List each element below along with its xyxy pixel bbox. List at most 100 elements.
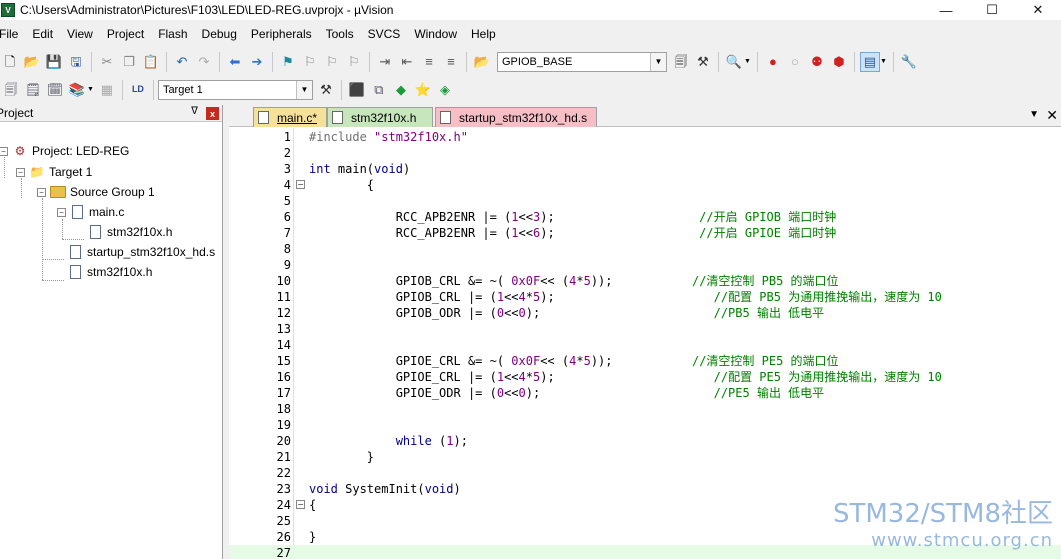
tab-main-c[interactable]: main.c* bbox=[253, 107, 327, 127]
tree-item-source-group[interactable]: − Source Group 1 bbox=[37, 182, 155, 202]
fold-collapse-icon[interactable]: − bbox=[296, 500, 305, 509]
chevron-down-icon[interactable]: ▼ bbox=[295, 80, 312, 99]
fold-collapse-icon[interactable]: − bbox=[296, 180, 305, 189]
menu-flash[interactable]: Flash bbox=[151, 27, 194, 41]
disable-all-breakpoints-icon[interactable]: ⚉ bbox=[807, 52, 827, 72]
stop-build-icon[interactable]: ▦ bbox=[97, 80, 117, 100]
translate-icon[interactable]: 🗐 bbox=[1, 80, 21, 100]
collapse-icon[interactable]: − bbox=[57, 207, 66, 217]
code-line[interactable]: 12 GPIOB_ODR |= (0<<0); //PB5 输出 低电平 bbox=[229, 305, 1061, 321]
menu-tools[interactable]: Tools bbox=[319, 27, 361, 41]
paste-icon[interactable]: 📋 bbox=[141, 52, 161, 72]
code-line[interactable]: 17 GPIOE_ODR |= (0<<0); //PE5 输出 低电平 bbox=[229, 385, 1061, 401]
target-combo[interactable]: Target 1 ▼ bbox=[157, 79, 313, 100]
save-icon[interactable]: 💾 bbox=[44, 52, 64, 72]
copy-icon[interactable]: ❐ bbox=[119, 52, 139, 72]
tree-item-project[interactable]: − ⚙ Project: LED-REG bbox=[0, 141, 129, 161]
code-line[interactable]: 8 bbox=[229, 241, 1061, 257]
rebuild-icon[interactable]: 🗓 bbox=[45, 80, 65, 100]
tab-stm32f10x-h[interactable]: stm32f10x.h bbox=[327, 107, 433, 127]
code-line[interactable]: 14 bbox=[229, 337, 1061, 353]
code-line[interactable]: 18 bbox=[229, 401, 1061, 417]
code-line[interactable]: 10 GPIOB_CRL &= ~( 0x0F<< (4*5)); //清空控制… bbox=[229, 273, 1061, 289]
chevron-down-icon[interactable]: ▼ bbox=[87, 86, 94, 93]
menu-view[interactable]: View bbox=[60, 27, 100, 41]
run-time-environment-icon[interactable]: ◈ bbox=[435, 80, 455, 100]
menu-edit[interactable]: Edit bbox=[25, 27, 60, 41]
tree-item-target[interactable]: − 📁 Target 1 bbox=[16, 162, 92, 182]
code-line[interactable]: 15 GPIOE_CRL &= ~( 0x0F<< (4*5)); //清空控制… bbox=[229, 353, 1061, 369]
pack-installer-icon[interactable]: ◆ bbox=[391, 80, 411, 100]
code-line[interactable]: 9 bbox=[229, 257, 1061, 273]
file-extensions-icon[interactable]: ⬛ bbox=[347, 80, 367, 100]
find-combo[interactable]: GPIOB_BASE ▼ bbox=[497, 51, 667, 72]
close-tab-icon[interactable]: ✕ bbox=[1046, 107, 1058, 124]
clear-bookmarks-icon[interactable]: ⚐ bbox=[344, 52, 364, 72]
target-options-icon[interactable]: ⚒ bbox=[316, 80, 336, 100]
collapse-icon[interactable]: − bbox=[0, 146, 8, 156]
select-packs-icon[interactable]: ⭐ bbox=[413, 80, 433, 100]
menu-debug[interactable]: Debug bbox=[195, 27, 244, 41]
code-line[interactable]: 22 bbox=[229, 465, 1061, 481]
indent-icon[interactable]: ⇥ bbox=[375, 52, 395, 72]
tree-item-main-c[interactable]: − main.c bbox=[57, 202, 124, 222]
code-line[interactable]: 7 RCC_APB2ENR |= (1<<6); //开启 GPIOE 端口时钟 bbox=[229, 225, 1061, 241]
configure-wrench-icon[interactable]: 🔧 bbox=[899, 52, 919, 72]
close-panel-icon[interactable]: x bbox=[206, 107, 219, 120]
code-line[interactable]: 21 } bbox=[229, 449, 1061, 465]
code-line[interactable]: 2 bbox=[229, 145, 1061, 161]
menu-window[interactable]: Window bbox=[407, 27, 464, 41]
breakpoint-icon[interactable]: ● bbox=[763, 52, 783, 72]
navigate-back-icon[interactable]: ⬅ bbox=[225, 52, 245, 72]
manage-components-icon[interactable]: ⧉ bbox=[369, 80, 389, 100]
next-bookmark-icon[interactable]: ⚐ bbox=[322, 52, 342, 72]
code-line[interactable]: 3 int main(void) bbox=[229, 161, 1061, 177]
navigate-forward-icon[interactable]: ➔ bbox=[247, 52, 267, 72]
code-line[interactable]: 16 GPIOE_CRL |= (1<<4*5); //配置 PE5 为通用推挽… bbox=[229, 369, 1061, 385]
code-line[interactable]: 1 #include "stm32f10x.h" bbox=[229, 129, 1061, 145]
comment-icon[interactable]: ≡ bbox=[419, 52, 439, 72]
tab-startup-stm32f10x-hd-s[interactable]: startup_stm32f10x_hd.s bbox=[435, 107, 597, 127]
collapse-icon[interactable]: − bbox=[37, 187, 46, 197]
chevron-down-icon[interactable]: ▼ bbox=[650, 52, 666, 71]
collapse-icon[interactable]: − bbox=[16, 167, 25, 177]
code-line[interactable]: 5 bbox=[229, 193, 1061, 209]
find-icon[interactable]: 🗐 bbox=[671, 52, 691, 72]
code-line[interactable]: 19 bbox=[229, 417, 1061, 433]
pin-icon[interactable]: ᐁ bbox=[191, 106, 198, 117]
find-in-files-icon[interactable]: 📂 bbox=[472, 52, 492, 72]
undo-icon[interactable]: ↶ bbox=[172, 52, 192, 72]
batch-build-icon[interactable]: 📚 bbox=[67, 80, 87, 100]
code-line[interactable]: 13 bbox=[229, 321, 1061, 337]
menu-file[interactable]: File bbox=[0, 27, 25, 41]
new-file-icon[interactable]: 🗋 bbox=[0, 52, 20, 72]
incremental-find-icon[interactable]: ⚒ bbox=[693, 52, 713, 72]
open-folder-icon[interactable]: 📂 bbox=[22, 52, 42, 72]
kill-breakpoints-icon[interactable]: ⬢ bbox=[829, 52, 849, 72]
chevron-down-icon[interactable]: ▼ bbox=[880, 58, 887, 65]
save-all-icon[interactable]: 🖫 bbox=[66, 52, 86, 72]
redo-icon[interactable]: ↷ bbox=[194, 52, 214, 72]
tree-item-stm32f10x-h[interactable]: stm32f10x.h bbox=[68, 262, 152, 282]
menu-peripherals[interactable]: Peripherals bbox=[244, 27, 319, 41]
tab-list-arrow-icon[interactable]: ▼ bbox=[1029, 109, 1039, 120]
uncomment-icon[interactable]: ≡ bbox=[441, 52, 461, 72]
close-button[interactable]: ✕ bbox=[1015, 0, 1061, 20]
menu-project[interactable]: Project bbox=[100, 27, 151, 41]
bookmark-icon[interactable]: ⚑ bbox=[278, 52, 298, 72]
tree-item-startup-file[interactable]: startup_stm32f10x_hd.s bbox=[68, 242, 215, 262]
tree-item-stm32f10x-h-include[interactable]: stm32f10x.h bbox=[88, 222, 172, 242]
load-download-icon[interactable]: LD bbox=[128, 80, 148, 100]
disable-breakpoint-icon[interactable]: ○ bbox=[785, 52, 805, 72]
minimize-button[interactable]: — bbox=[923, 0, 969, 20]
menu-svcs[interactable]: SVCS bbox=[361, 27, 408, 41]
build-icon[interactable]: 🗒 bbox=[23, 80, 43, 100]
cut-icon[interactable]: ✂ bbox=[97, 52, 117, 72]
window-layout-icon[interactable]: ▤ bbox=[859, 51, 880, 72]
code-line[interactable]: 11 GPIOB_CRL |= (1<<4*5); //配置 PB5 为通用推挽… bbox=[229, 289, 1061, 305]
maximize-button[interactable]: ☐ bbox=[969, 0, 1015, 20]
code-line[interactable]: 4− { bbox=[229, 177, 1061, 193]
debug-start-icon[interactable]: 🔍 bbox=[724, 52, 744, 72]
prev-bookmark-icon[interactable]: ⚐ bbox=[300, 52, 320, 72]
code-line[interactable]: 6 RCC_APB2ENR |= (1<<3); //开启 GPIOB 端口时钟 bbox=[229, 209, 1061, 225]
